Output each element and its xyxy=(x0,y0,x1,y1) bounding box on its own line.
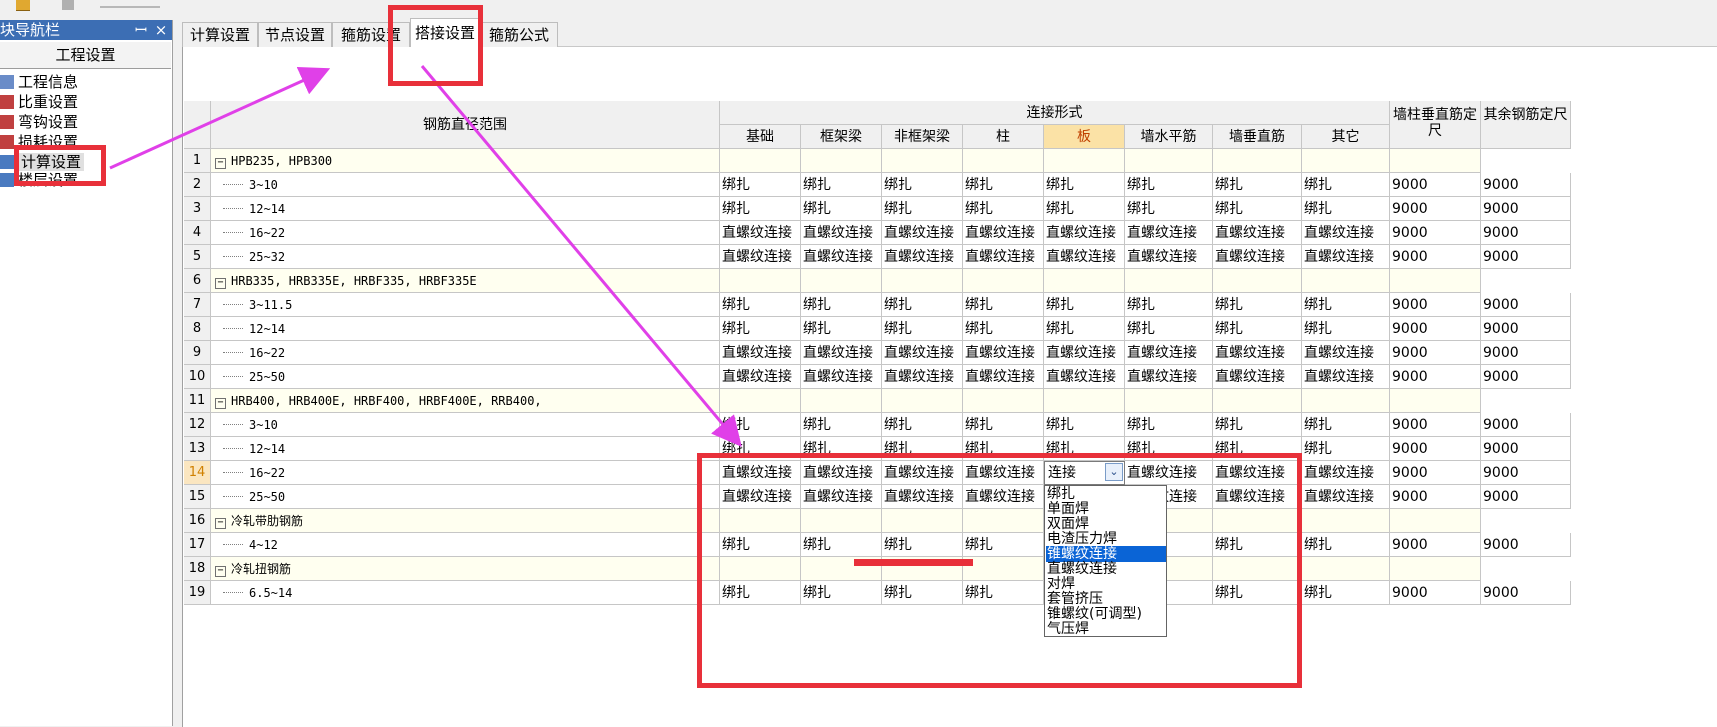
highlight-box-nav xyxy=(14,145,106,186)
arrow-to-tabs xyxy=(109,66,331,170)
highlight-box-dropdown xyxy=(697,453,1302,688)
highlight-box-tab xyxy=(388,5,483,86)
arrow-to-dropdown xyxy=(420,65,742,447)
